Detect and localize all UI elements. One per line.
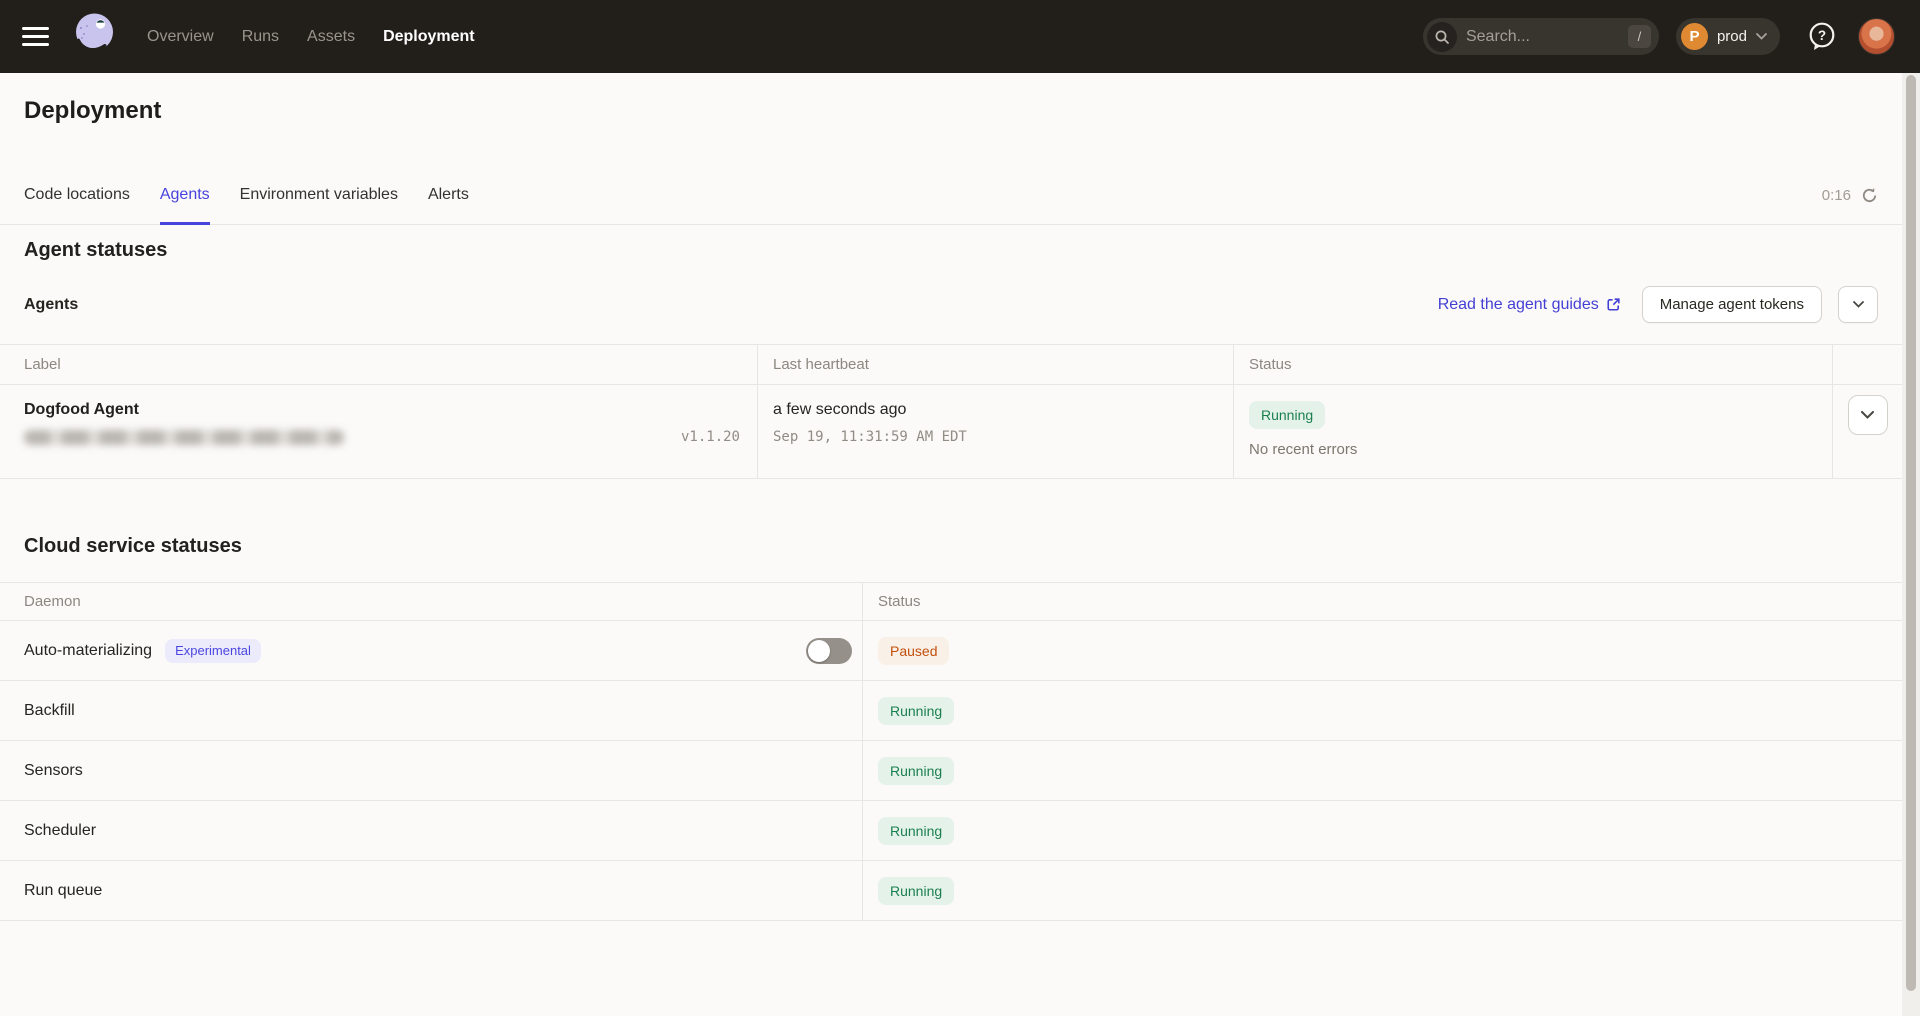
nav-item-runs[interactable]: Runs <box>242 28 279 46</box>
svg-text:?: ? <box>1818 28 1826 43</box>
deployment-switcher[interactable]: P prod <box>1676 18 1780 55</box>
daemon-name: Backfill <box>24 702 75 720</box>
help-icon: ? <box>1807 21 1837 53</box>
help-button[interactable]: ? <box>1807 21 1837 53</box>
top-navigation-bar: Overview Runs Assets Deployment Search..… <box>0 0 1920 73</box>
column-header-label: Label <box>0 345 757 385</box>
agent-label-cell: Dogfood Agent v1.1.20 <box>0 385 757 479</box>
column-header-status: Status <box>1233 345 1832 385</box>
daemon-status-cell: Paused <box>862 621 1902 681</box>
daemon-status-cell: Running <box>862 681 1902 741</box>
tab-environment-variables[interactable]: Environment variables <box>240 166 398 224</box>
heartbeat-timestamp: Sep 19, 11:31:59 AM EDT <box>773 429 1218 445</box>
chevron-down-icon <box>1756 33 1767 40</box>
daemon-row-run-queue: Run queue <box>0 861 862 921</box>
chevron-down-icon <box>1861 411 1874 419</box>
agent-id-redacted <box>24 430 344 445</box>
agents-subheading: Agents <box>24 296 78 314</box>
dagster-logo-icon[interactable] <box>71 11 119 63</box>
refresh-countdown: 0:16 <box>1822 187 1851 204</box>
nav-item-overview[interactable]: Overview <box>147 28 214 46</box>
scrollbar-thumb[interactable] <box>1906 75 1916 991</box>
daemon-row-sensors: Sensors <box>0 741 862 801</box>
status-badge-running: Running <box>878 817 954 845</box>
agent-heartbeat-cell: a few seconds ago Sep 19, 11:31:59 AM ED… <box>757 385 1233 479</box>
daemon-status-cell: Running <box>862 741 1902 801</box>
search-shortcut-key: / <box>1628 25 1651 48</box>
nav-item-deployment[interactable]: Deployment <box>383 28 475 46</box>
primary-nav: Overview Runs Assets Deployment <box>147 28 475 46</box>
page-title: Deployment <box>24 96 1902 126</box>
column-header-last-heartbeat: Last heartbeat <box>757 345 1233 385</box>
daemon-row-scheduler: Scheduler <box>0 801 862 861</box>
column-header-daemon: Daemon <box>0 583 862 621</box>
status-badge-running: Running <box>878 697 954 725</box>
tab-agents[interactable]: Agents <box>160 166 210 224</box>
search-icon <box>1427 22 1457 52</box>
topbar-right-controls: Search... / P prod ? <box>1423 18 1895 55</box>
daemon-status-cell: Running <box>862 801 1902 861</box>
deployment-tabs: Code locations Agents Environment variab… <box>0 166 1902 225</box>
agent-guides-link[interactable]: Read the agent guides <box>1438 296 1621 314</box>
agent-status-note: No recent errors <box>1249 441 1817 458</box>
daemon-row-backfill: Backfill <box>0 681 862 741</box>
refresh-icon[interactable] <box>1861 187 1878 204</box>
daemon-name: Sensors <box>24 762 83 780</box>
agent-version: v1.1.20 <box>681 429 740 445</box>
external-link-icon <box>1606 297 1621 312</box>
cloud-services-table: Daemon Status Auto-materializing Experim… <box>0 582 1902 921</box>
caret-down-icon <box>1853 301 1864 308</box>
scrollbar-track <box>1902 73 1920 1016</box>
agent-statuses-heading: Agent statuses <box>24 237 1902 264</box>
experimental-badge: Experimental <box>165 639 261 663</box>
agent-name: Dogfood Agent <box>24 401 742 419</box>
org-name: prod <box>1717 28 1747 45</box>
daemon-name: Run queue <box>24 882 102 900</box>
status-badge-paused: Paused <box>878 637 949 665</box>
tab-code-locations[interactable]: Code locations <box>24 166 130 224</box>
tab-alerts[interactable]: Alerts <box>428 166 469 224</box>
cloud-service-statuses-heading: Cloud service statuses <box>24 533 1902 560</box>
manage-agent-tokens-button[interactable]: Manage agent tokens <box>1642 286 1822 323</box>
agent-actions-cell <box>1832 385 1902 479</box>
column-header-actions <box>1832 345 1902 385</box>
status-badge-running: Running <box>878 757 954 785</box>
daemon-name: Auto-materializing <box>24 642 152 660</box>
agents-controls-row: Agents Read the agent guides Manage agen… <box>24 286 1878 323</box>
search-input[interactable]: Search... / <box>1423 18 1659 55</box>
agent-status-cell: Running No recent errors <box>1233 385 1832 479</box>
status-badge-running: Running <box>878 877 954 905</box>
agent-row-expand-button[interactable] <box>1848 395 1888 435</box>
search-placeholder: Search... <box>1466 28 1628 46</box>
auto-materializing-toggle[interactable] <box>806 638 852 664</box>
agent-actions-dropdown-button[interactable] <box>1838 286 1878 323</box>
daemon-name: Scheduler <box>24 822 96 840</box>
menu-icon[interactable] <box>22 27 49 46</box>
nav-item-assets[interactable]: Assets <box>307 28 355 46</box>
daemon-row-auto-materializing: Auto-materializing Experimental <box>0 621 862 681</box>
agent-status-badge: Running <box>1249 401 1325 429</box>
daemon-status-cell: Running <box>862 861 1902 921</box>
main-content: Deployment Code locations Agents Environ… <box>0 96 1902 921</box>
org-avatar: P <box>1681 23 1708 50</box>
agents-table: Label Last heartbeat Status Dogfood Agen… <box>0 344 1902 479</box>
column-header-daemon-status: Status <box>862 583 1902 621</box>
heartbeat-relative: a few seconds ago <box>773 401 1218 419</box>
user-avatar[interactable] <box>1858 18 1895 55</box>
